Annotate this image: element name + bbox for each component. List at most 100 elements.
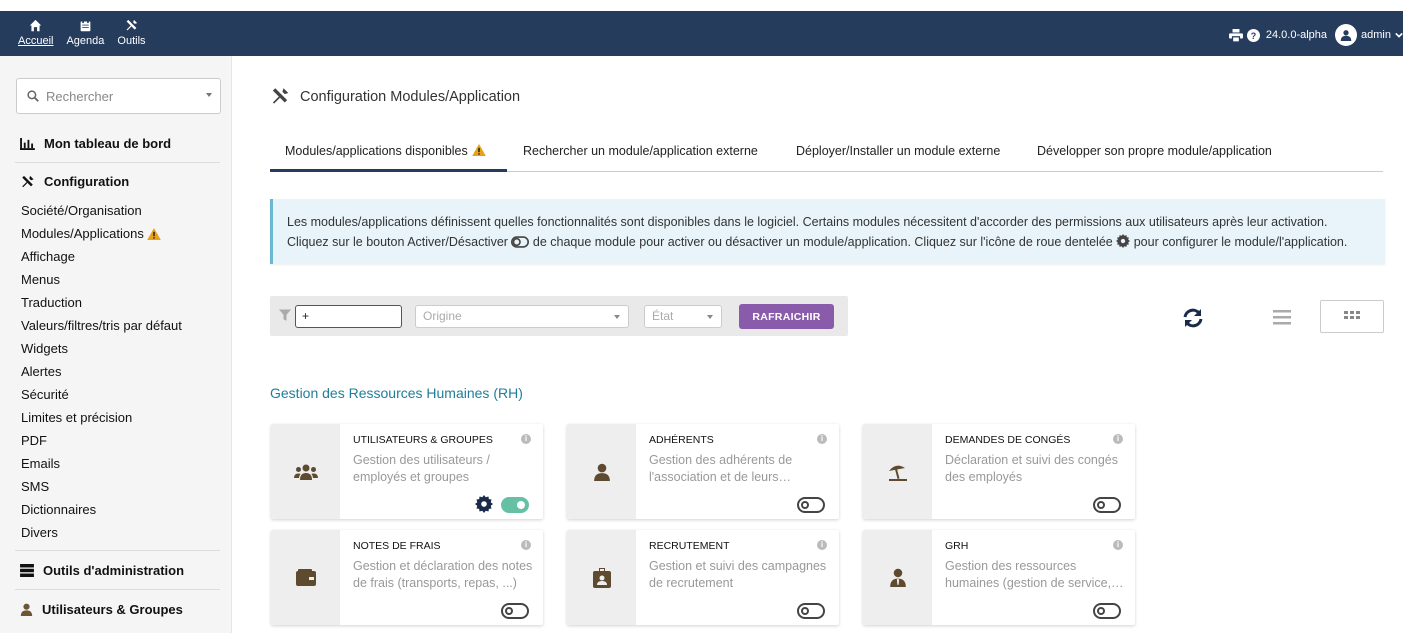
sidebar-item-valeurs[interactable]: Valeurs/filtres/tris par défaut bbox=[21, 314, 182, 337]
sidebar-item-sms[interactable]: SMS bbox=[21, 475, 182, 498]
module-description: Gestion des adhérents de l'association e… bbox=[649, 453, 793, 484]
nav-outils[interactable]: Outils bbox=[117, 19, 146, 47]
refresh-button[interactable]: RAFRAICHIR bbox=[739, 304, 834, 329]
page-title-text: Configuration Modules/Application bbox=[300, 88, 521, 105]
top-bar: Accueil Agenda Outils ? 24.0.0-alpha adm… bbox=[0, 11, 1403, 56]
module-toggle[interactable] bbox=[501, 497, 529, 513]
sidebar-config-items: Société/Organisation Modules/Application… bbox=[21, 199, 182, 544]
grid-icon bbox=[1344, 311, 1360, 319]
info-line-2: Cliquez sur le bouton Activer/Désactiver… bbox=[287, 232, 1371, 252]
module-card-notes-frais: NOTES DE FRAIS i Gestion et déclaration … bbox=[271, 530, 543, 625]
member-icon bbox=[593, 463, 610, 481]
info-icon[interactable]: i bbox=[521, 434, 531, 444]
sidebar-users-groups[interactable]: Utilisateurs & Groupes bbox=[20, 602, 183, 617]
sidebar-item-traduction[interactable]: Traduction bbox=[21, 291, 182, 314]
sidebar-item-affichage[interactable]: Affichage bbox=[21, 245, 182, 268]
sidebar-item-limites[interactable]: Limites et précision bbox=[21, 406, 182, 429]
sidebar-item-label: Sécurité bbox=[21, 387, 69, 402]
info-icon[interactable]: i bbox=[817, 434, 827, 444]
home-icon bbox=[30, 19, 42, 32]
module-card-conges: DEMANDES DE CONGÉS i Déclaration et suiv… bbox=[863, 424, 1135, 519]
module-toggle[interactable] bbox=[1093, 603, 1121, 619]
module-card-adherents: ADHÉRENTS i Gestion des adhérents de l'a… bbox=[567, 424, 839, 519]
svg-text:?: ? bbox=[1251, 30, 1256, 40]
module-description: Gestion et suivi des campagnes de recrut… bbox=[649, 559, 827, 590]
sidebar-item-pdf[interactable]: PDF bbox=[21, 429, 182, 452]
chart-icon bbox=[20, 137, 35, 150]
sidebar-item-emails[interactable]: Emails bbox=[21, 452, 182, 475]
user-menu[interactable]: admin bbox=[1335, 24, 1403, 46]
filter-search-input[interactable]: + bbox=[295, 305, 402, 328]
sidebar-admin-tools-label: Outils d'administration bbox=[43, 563, 185, 578]
module-title: UTILISATEURS & GROUPES bbox=[353, 434, 493, 446]
origin-select[interactable]: Origine bbox=[415, 305, 629, 328]
tabs: Modules/applications disponibles Recherc… bbox=[270, 144, 1383, 172]
nav-outils-label: Outils bbox=[117, 35, 146, 47]
sidebar-item-societe[interactable]: Société/Organisation bbox=[21, 199, 182, 222]
toggle-knob bbox=[505, 607, 513, 615]
module-toggle[interactable] bbox=[797, 497, 825, 513]
help-icon[interactable]: ? bbox=[1246, 28, 1260, 42]
info-icon[interactable]: i bbox=[521, 540, 531, 550]
server-icon bbox=[20, 564, 34, 577]
tab-available-modules[interactable]: Modules/applications disponibles bbox=[270, 144, 507, 172]
sidebar-configuration-label: Configuration bbox=[44, 174, 130, 189]
module-icon-box bbox=[863, 424, 932, 519]
info-icon[interactable]: i bbox=[817, 540, 827, 550]
grid-view-button[interactable] bbox=[1320, 300, 1384, 333]
tab-label: Rechercher un module/application externe bbox=[523, 144, 758, 158]
beach-umbrella-icon bbox=[888, 465, 907, 481]
search-icon bbox=[27, 90, 39, 102]
sidebar-item-dictionnaires[interactable]: Dictionnaires bbox=[21, 498, 182, 521]
users-icon bbox=[293, 464, 318, 480]
sidebar-configuration[interactable]: Configuration bbox=[20, 174, 129, 189]
sidebar-dashboard-label: Mon tableau de bord bbox=[44, 136, 172, 151]
module-title: ADHÉRENTS bbox=[649, 434, 714, 446]
print-icon[interactable] bbox=[1228, 28, 1243, 42]
module-toggle[interactable] bbox=[501, 603, 529, 619]
tab-develop-own[interactable]: Développer son propre module/application bbox=[1037, 144, 1272, 172]
sidebar-item-modules[interactable]: Modules/Applications bbox=[21, 222, 182, 245]
employee-icon bbox=[889, 568, 906, 587]
tools-icon bbox=[272, 88, 289, 104]
nav-agenda[interactable]: Agenda bbox=[66, 19, 104, 47]
gear-icon[interactable] bbox=[475, 495, 493, 513]
sidebar-users-groups-label: Utilisateurs & Groupes bbox=[42, 602, 183, 617]
sidebar-item-divers[interactable]: Divers bbox=[21, 521, 182, 544]
chevron-down-icon bbox=[707, 315, 713, 319]
sidebar-admin-tools[interactable]: Outils d'administration bbox=[20, 563, 184, 578]
module-description: Gestion des utilisateurs / employés et g… bbox=[353, 453, 490, 484]
module-description: Gestion des ressources humaines (gestion… bbox=[945, 559, 1124, 590]
sidebar-item-securite[interactable]: Sécurité bbox=[21, 383, 182, 406]
tab-deploy-external[interactable]: Déployer/Installer un module externe bbox=[796, 144, 1000, 172]
sidebar-item-alertes[interactable]: Alertes bbox=[21, 360, 182, 383]
calendar-icon bbox=[80, 19, 91, 32]
reload-icon[interactable] bbox=[1182, 308, 1204, 328]
sidebar-search[interactable]: Rechercher bbox=[16, 78, 221, 114]
origin-placeholder: Origine bbox=[423, 309, 462, 323]
sidebar-item-label: Société/Organisation bbox=[21, 203, 142, 218]
sidebar-item-label: Menus bbox=[21, 272, 61, 287]
info-text: pour configurer le module/l'application. bbox=[1133, 235, 1348, 249]
list-view-icon[interactable] bbox=[1273, 309, 1291, 325]
chevron-down-icon bbox=[614, 315, 620, 319]
tab-search-external[interactable]: Rechercher un module/application externe bbox=[523, 144, 758, 172]
nav-agenda-label: Agenda bbox=[66, 35, 105, 47]
user-icon bbox=[20, 603, 33, 616]
sidebar-item-label: Limites et précision bbox=[21, 410, 133, 425]
toggle-knob bbox=[1097, 501, 1105, 509]
sidebar-dashboard[interactable]: Mon tableau de bord bbox=[20, 136, 171, 151]
state-select[interactable]: État bbox=[644, 305, 722, 328]
toggle-icon bbox=[511, 236, 530, 248]
module-toggle[interactable] bbox=[797, 603, 825, 619]
sidebar-item-label: SMS bbox=[21, 479, 50, 494]
nav-accueil[interactable]: Accueil bbox=[18, 19, 53, 47]
sidebar-item-widgets[interactable]: Widgets bbox=[21, 337, 182, 360]
module-toggle[interactable] bbox=[1093, 497, 1121, 513]
module-title: GRH bbox=[945, 540, 969, 552]
sidebar-item-menus[interactable]: Menus bbox=[21, 268, 182, 291]
tab-label: Modules/applications disponibles bbox=[285, 144, 468, 158]
info-icon[interactable]: i bbox=[1113, 434, 1123, 444]
info-icon[interactable]: i bbox=[1113, 540, 1123, 550]
page-title: Configuration Modules/Application bbox=[270, 87, 520, 106]
